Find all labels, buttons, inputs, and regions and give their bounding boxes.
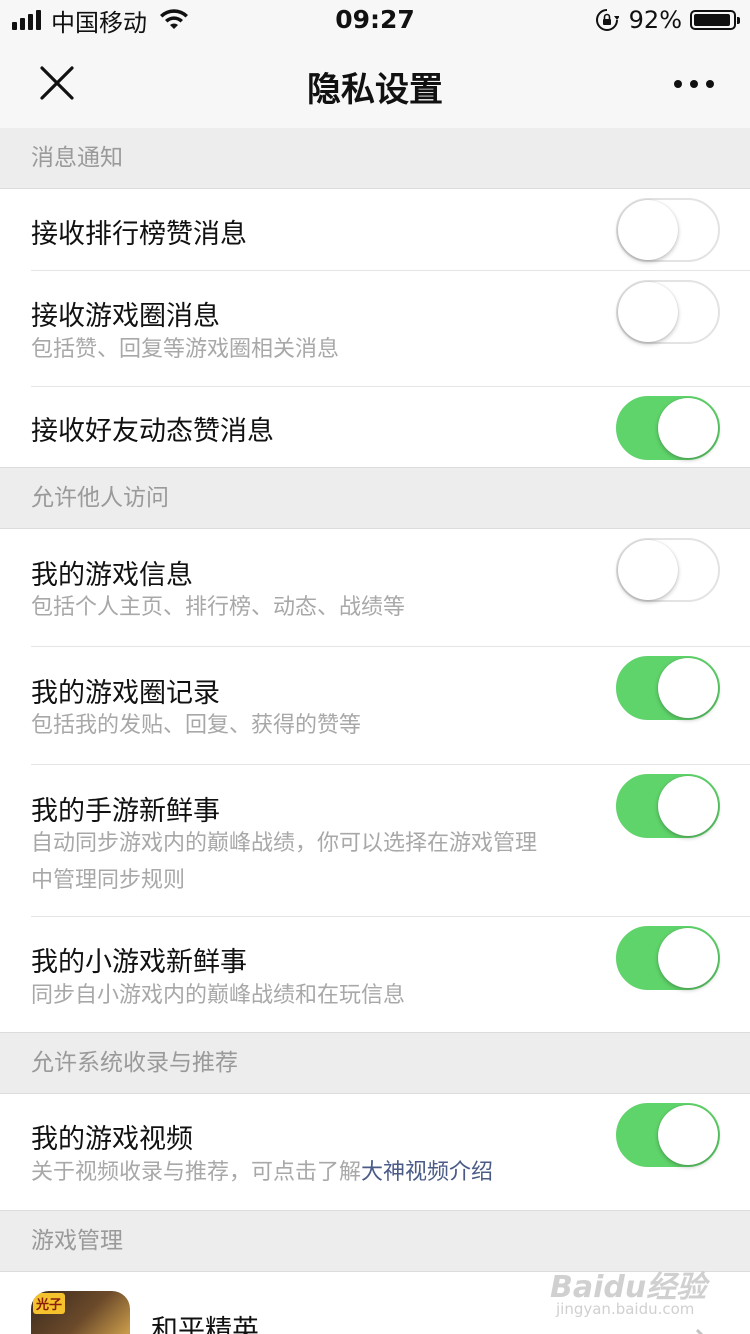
toggle-switch[interactable] (616, 774, 720, 838)
setting-description: 关于视频收录与推荐，可点击了解大神视频介绍 (31, 1154, 551, 1191)
section-header-notifications: 消息通知 (0, 128, 750, 188)
toggle-switch[interactable] (616, 198, 720, 262)
setting-title: 我的游戏视频 (31, 1124, 193, 1155)
setting-row: 接收好友动态赞消息 (0, 387, 750, 467)
setting-row: 我的游戏圈记录 包括我的发贴、回复、获得的赞等 (0, 647, 750, 765)
setting-title: 接收好友动态赞消息 (31, 416, 274, 447)
setting-title: 接收排行榜赞消息 (31, 219, 247, 250)
watermark: Baidu经验 jingyan.baidu.com (550, 1262, 710, 1324)
nav-bar: 隐私设置 (0, 40, 750, 128)
setting-description: 包括个人主页、排行榜、动态、战绩等 (31, 595, 406, 620)
setting-row: 我的手游新鲜事 自动同步游戏内的巅峰战绩，你可以选择在游戏管理中管理同步规则 (0, 765, 750, 917)
setting-row: 我的游戏信息 包括个人主页、排行榜、动态、战绩等 (0, 529, 750, 647)
setting-title: 我的游戏圈记录 (31, 678, 220, 709)
section-header-visitor-access: 允许他人访问 (0, 468, 750, 528)
game-icon-badge: 光子 (33, 1293, 66, 1314)
page-title: 隐私设置 (307, 70, 443, 110)
toggle-switch[interactable] (616, 280, 720, 344)
toggle-switch[interactable] (616, 1103, 720, 1167)
setting-title: 我的游戏信息 (31, 560, 193, 591)
setting-description: 包括赞、回复等游戏圈相关消息 (31, 337, 340, 362)
toggle-switch[interactable] (616, 926, 720, 990)
toggle-switch[interactable] (616, 656, 720, 720)
game-app-icon: 光子 (31, 1291, 130, 1334)
toggle-switch[interactable] (616, 396, 720, 460)
setting-row: 我的小游戏新鲜事 同步自小游戏内的巅峰战绩和在玩信息 (0, 917, 750, 1032)
setting-description: 自动同步游戏内的巅峰战绩，你可以选择在游戏管理中管理同步规则 (31, 831, 538, 893)
setting-title: 接收游戏圈消息 (31, 301, 220, 332)
watermark-site: jingyan.baidu.com (556, 1300, 695, 1318)
orientation-lock-icon (595, 9, 619, 31)
status-bar: 中国移动 09:27 92% (0, 0, 750, 40)
chevron-right-icon (695, 1328, 704, 1334)
setting-description: 包括我的发贴、回复、获得的赞等 (31, 713, 362, 738)
setting-row: 接收排行榜赞消息 (0, 189, 750, 271)
toggle-switch[interactable] (616, 538, 720, 602)
setting-description: 同步自小游戏内的巅峰战绩和在玩信息 (31, 983, 406, 1008)
more-icon[interactable] (674, 80, 714, 88)
setting-row: 接收游戏圈消息 包括赞、回复等游戏圈相关消息 (0, 271, 750, 387)
section-header-system-recommend: 允许系统收录与推荐 (0, 1033, 750, 1093)
video-intro-link[interactable]: 大神视频介绍 (361, 1160, 493, 1185)
setting-row: 我的游戏视频 关于视频收录与推荐，可点击了解大神视频介绍 (0, 1094, 750, 1210)
game-name: 和平精英 (151, 1315, 259, 1334)
battery-percent: 92% (628, 6, 682, 34)
setting-title: 我的手游新鲜事 (31, 796, 220, 827)
battery-icon (690, 10, 740, 30)
setting-title: 我的小游戏新鲜事 (31, 947, 247, 978)
setting-description-text: 关于视频收录与推荐，可点击了解 (31, 1160, 362, 1185)
